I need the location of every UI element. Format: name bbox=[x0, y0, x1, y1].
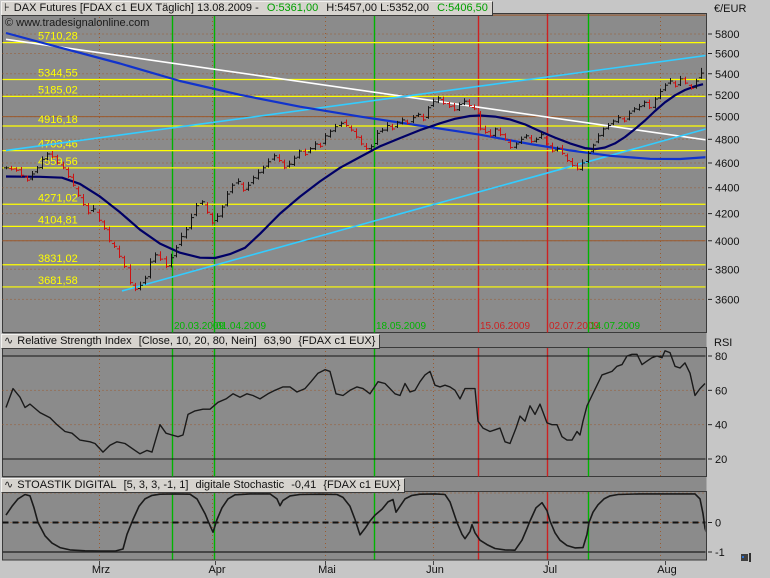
price-tick-label: 4200 bbox=[715, 209, 739, 221]
tradesignal-chart-window: { "window": { "title_icon": "⊦", "title_… bbox=[0, 0, 770, 578]
chart-tool-icon[interactable] bbox=[741, 549, 753, 562]
event-date-label: 14.07.2009 bbox=[590, 321, 640, 332]
stoch-tick-label: 0 bbox=[715, 518, 721, 530]
x-axis-month-label: Jun bbox=[426, 564, 444, 576]
x-axis-month-label: Mrz bbox=[91, 564, 111, 576]
open-value: O:5361,00 bbox=[266, 2, 319, 14]
rsi-instrument: {FDAX c1 EUX} bbox=[298, 335, 376, 347]
x-axis-month-label: Jul bbox=[542, 564, 558, 576]
rsi-value: 63,90 bbox=[263, 335, 292, 347]
price-level-label: 4916,18 bbox=[38, 114, 78, 126]
rsi-axis-title: RSI bbox=[714, 337, 733, 349]
price-level-label: 5344,55 bbox=[38, 67, 78, 79]
price-axis-title: €/EUR bbox=[714, 3, 747, 15]
rsi-panel-header[interactable]: ∿ Relative Strength Index [Close, 10, 20… bbox=[1, 334, 381, 349]
right-price-axis: 5800 5600 5400 5200 5000 4800 4600 4400 4200 4000… bbox=[708, 29, 739, 559]
rsi-params: [Close, 10, 20, 80, Nein] bbox=[138, 335, 257, 347]
stochastic-desc: digitale Stochastic bbox=[195, 479, 285, 491]
price-tick-label: 3600 bbox=[715, 294, 739, 306]
price-tick-label: 4400 bbox=[715, 183, 739, 195]
rsi-tick-label: 40 bbox=[715, 420, 727, 432]
price-level-label: 4104,81 bbox=[38, 214, 78, 226]
price-tick-label: 5800 bbox=[715, 29, 739, 41]
rsi-tick-label: 60 bbox=[715, 385, 727, 397]
price-tick-label: 4800 bbox=[715, 134, 739, 146]
event-date-label: 15.06.2009 bbox=[480, 321, 530, 332]
event-date-label: 18.05.2009 bbox=[376, 321, 426, 332]
x-axis-month-label: Mai bbox=[318, 564, 336, 576]
close-value: C:5406,50 bbox=[437, 2, 488, 14]
stoch-tick-label: -1 bbox=[715, 547, 725, 559]
high-low-value: H:5457,00 L:5352,00 bbox=[326, 2, 430, 14]
price-level-label: 5710,28 bbox=[38, 31, 78, 43]
price-tick-label: 5600 bbox=[715, 49, 739, 61]
rsi-panel[interactable] bbox=[2, 347, 707, 477]
price-tick-label: 4600 bbox=[715, 158, 739, 170]
price-level-label: 3681,58 bbox=[38, 275, 78, 287]
rsi-tick-label: 80 bbox=[715, 351, 727, 363]
rsi-tick-label: 20 bbox=[715, 454, 727, 466]
stochastic-panel-header[interactable]: ∿ STOASTIK DIGITAL [5, 3, 3, -1, 1] digi… bbox=[1, 478, 406, 493]
stochastic-params: [5, 3, 3, -1, 1] bbox=[123, 479, 189, 491]
rsi-name: Relative Strength Index bbox=[17, 335, 132, 347]
price-tick-label: 4000 bbox=[715, 236, 739, 248]
chart-title-bar[interactable]: ⊦ DAX Futures [FDAX c1 EUX Täglich] 13.0… bbox=[1, 1, 493, 16]
x-axis-month-label: Apr bbox=[208, 564, 226, 576]
stochastic-name: STOASTIK DIGITAL bbox=[17, 479, 117, 491]
chart-title-text: DAX Futures [FDAX c1 EUX Täglich] 13.08.… bbox=[13, 2, 259, 14]
copyright-text: © www.tradesignalonline.com bbox=[5, 17, 150, 29]
indicator-wave-icon: ∿ bbox=[4, 335, 14, 347]
price-level-label: 3831,02 bbox=[38, 253, 78, 265]
price-level-label: 4271,02 bbox=[38, 192, 78, 204]
chart-window-icon: ⊦ bbox=[4, 2, 10, 14]
price-tick-label: 5200 bbox=[715, 90, 739, 102]
price-level-label: 5185,02 bbox=[38, 84, 78, 96]
stochastic-instrument: {FDAX c1 EUX} bbox=[323, 479, 401, 491]
price-tick-label: 5400 bbox=[715, 69, 739, 81]
price-tick-label: 3800 bbox=[715, 264, 739, 276]
price-tick-label: 5000 bbox=[715, 112, 739, 124]
stochastic-value: -0,41 bbox=[291, 479, 317, 491]
indicator-wave-icon: ∿ bbox=[4, 479, 14, 491]
event-date-label: 01.04.2009 bbox=[216, 321, 266, 332]
x-axis-month-label: Aug bbox=[657, 564, 677, 576]
